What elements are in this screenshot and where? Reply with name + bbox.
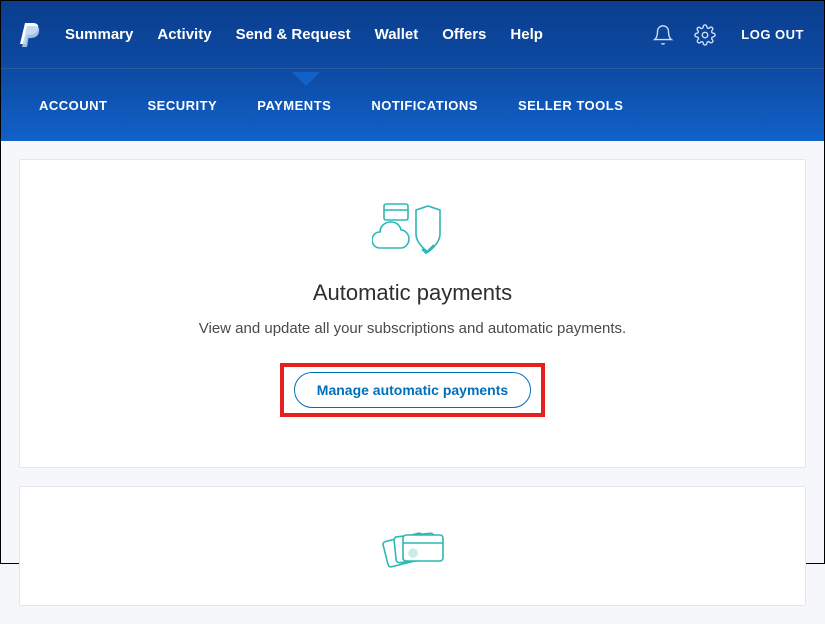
nav-right: LOG OUT xyxy=(651,23,804,47)
nav-send-request[interactable]: Send & Request xyxy=(236,26,351,43)
tab-notifications[interactable]: NOTIFICATIONS xyxy=(371,98,478,113)
nav-links: Summary Activity Send & Request Wallet O… xyxy=(65,26,651,43)
active-tab-indicator-icon xyxy=(292,72,320,86)
tab-seller-tools[interactable]: SELLER TOOLS xyxy=(518,98,623,113)
settings-tabs: ACCOUNT SECURITY PAYMENTS NOTIFICATIONS … xyxy=(1,69,824,141)
tab-payments[interactable]: PAYMENTS xyxy=(257,98,331,113)
card-description: View and update all your subscriptions a… xyxy=(50,320,775,337)
automatic-payments-card: Automatic payments View and update all y… xyxy=(19,159,806,468)
logout-link[interactable]: LOG OUT xyxy=(741,27,804,42)
notifications-icon[interactable] xyxy=(651,23,675,47)
primary-nav: Summary Activity Send & Request Wallet O… xyxy=(1,1,824,69)
content-area: Automatic payments View and update all y… xyxy=(1,141,824,624)
manage-automatic-payments-button[interactable]: Manage automatic payments xyxy=(294,372,531,408)
shield-cloud-icon xyxy=(50,200,775,262)
card-title: Automatic payments xyxy=(50,280,775,306)
nav-summary[interactable]: Summary xyxy=(65,26,133,43)
nav-help[interactable]: Help xyxy=(510,26,543,43)
secondary-card xyxy=(19,486,806,606)
nav-activity[interactable]: Activity xyxy=(157,26,211,43)
settings-icon[interactable] xyxy=(693,23,717,47)
highlight-annotation: Manage automatic payments xyxy=(280,363,545,417)
tab-security[interactable]: SECURITY xyxy=(148,98,218,113)
paypal-logo[interactable] xyxy=(19,22,41,48)
nav-wallet[interactable]: Wallet xyxy=(375,26,419,43)
nav-offers[interactable]: Offers xyxy=(442,26,486,43)
cards-stack-icon xyxy=(20,517,805,577)
tab-account[interactable]: ACCOUNT xyxy=(39,98,108,113)
